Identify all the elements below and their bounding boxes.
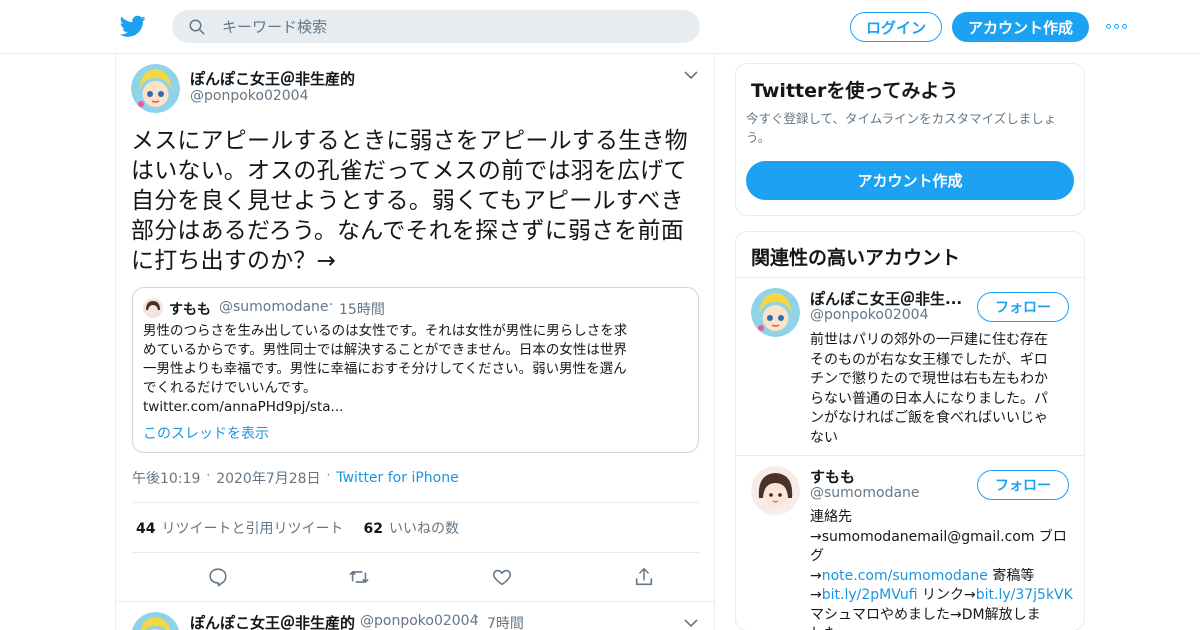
signup-card: Twitterを使ってみよう 今すぐ登録して、タイムラインをカスタマイズしましょ… (735, 63, 1085, 216)
chevron-down-icon[interactable] (684, 70, 698, 80)
bio-line: チンで懲りたので現世は右も左もわか (810, 371, 1048, 387)
search-input[interactable]: キーワード検索 (222, 16, 327, 37)
divider (132, 552, 700, 553)
bio-text: → (810, 567, 822, 584)
bio-line: した (810, 625, 1075, 630)
bio-line: →bit.ly/2pMVufi リンク→bit.ly/37j5kVK (810, 586, 1075, 606)
bio-text: リンク→ (917, 587, 976, 603)
more-options-icon[interactable] (1106, 18, 1130, 34)
separator-dot: · (206, 468, 211, 482)
quoted-text-line: 一男性よりも幸福です。男性に幸福におすそ分けしてください。弱い男性を選ん (143, 361, 627, 377)
account-bio: 連絡先 →sumomodanemail@gmail.com ブログ →note.… (810, 508, 1075, 630)
quoted-tweet[interactable]: すもも @sumomodane · 15時間 男性のつらさを生み出しているのは女… (132, 287, 699, 453)
tweet-actions (132, 564, 700, 590)
separator-dot: · (475, 610, 479, 624)
divider (736, 277, 1084, 278)
tweet-source-link[interactable]: Twitter for iPhone (336, 470, 458, 486)
show-thread-link[interactable]: このスレッドを表示 (143, 423, 269, 443)
avatar (143, 298, 163, 318)
author-handle[interactable]: @ponpoko02004 (190, 88, 309, 104)
bio-line: ンがなければご飯を食べればいいじゃ (810, 410, 1048, 426)
account-handle[interactable]: @sumomodane (810, 485, 920, 501)
related-accounts-title: 関連性の高いアカウント (751, 247, 961, 269)
quoted-text-line: めているからです。男性同士では解決することができません。日本の女性は世界 (143, 342, 627, 358)
avatar[interactable] (751, 466, 800, 515)
quoted-author-name: すもも (169, 302, 211, 318)
avatar[interactable] (751, 288, 800, 337)
tweet-stats: 44 リツイートと引用リツイート 62 いいねの数 (136, 518, 459, 538)
retweets-label: リツイートと引用リツイート (161, 521, 344, 537)
tweet-text: メスにアピールするときに弱さをアピールする生き物はいない。オスの孔雀だってメスの… (131, 128, 688, 274)
chevron-down-icon[interactable] (684, 618, 698, 628)
likes-stat[interactable]: 62 いいねの数 (363, 518, 458, 538)
search-bar[interactable]: キーワード検索 (172, 10, 700, 43)
bio-line: 連絡先 (810, 509, 852, 525)
contribution-link[interactable]: bit.ly/2pMVufi (822, 587, 918, 603)
blog-link[interactable]: note.com/sumomodane (822, 568, 988, 584)
tweet-date[interactable]: 2020年7月28日 (216, 468, 320, 488)
separator-dot: · (326, 468, 331, 482)
quoted-text-line: twitter.com/annaPHd9pj/sta... (143, 399, 344, 415)
account-name[interactable]: すもも (810, 466, 970, 487)
quoted-text-line: でくれるだけでいいんです。 (143, 380, 317, 396)
avatar[interactable] (131, 64, 180, 113)
divider (116, 601, 714, 602)
bio-line: ない (810, 429, 838, 446)
follow-button[interactable]: フォロー (977, 470, 1069, 500)
author-handle[interactable]: @ponpoko02004 (360, 613, 479, 629)
login-button[interactable]: ログイン (850, 12, 942, 42)
divider (736, 455, 1084, 456)
bio-line: →sumomodanemail@gmail.com ブログ (810, 528, 1067, 565)
likes-count: 62 (363, 521, 383, 537)
tweet-time[interactable]: 午後10:19 (132, 468, 200, 488)
bio-line: →note.com/sumomodane 寄稿等 (810, 567, 1075, 587)
share-icon[interactable] (633, 566, 655, 588)
quoted-text: 男性のつらさを生み出しているのは女性です。それは女性が男性に男らしさを求 めてい… (143, 322, 689, 417)
bio-text: → (810, 587, 822, 603)
quoted-time: 15時間 (339, 302, 385, 318)
search-icon (189, 19, 205, 34)
likes-label: いいねの数 (388, 521, 459, 537)
bio-line: そのものが右な女王様でしたが、ギロ (810, 351, 1048, 368)
divider (132, 502, 700, 503)
bio-text: 寄稿等 (987, 567, 1035, 584)
quoted-text-line: 男性のつらさを生み出しているのは女性です。それは女性が男性に男らしさを求 (143, 323, 628, 339)
bio-line: マシュマロやめました→DM解放しま (810, 606, 1041, 623)
links-link[interactable]: bit.ly/37j5kVK (976, 587, 1073, 603)
author-name[interactable]: ぽんぽこ女王＠非生産的 (190, 68, 355, 89)
reply-icon[interactable] (207, 566, 229, 588)
tweet-metadata: 午後10:19 · 2020年7月28日 · Twitter for iPhon… (132, 468, 459, 488)
twitter-logo-icon[interactable] (120, 13, 146, 39)
account-name[interactable]: ぽんぽこ女王＠非生... (810, 288, 970, 309)
main-column: ぽんぽこ女王＠非生産的 @ponpoko02004 メスにアピールするときに弱さ… (115, 54, 715, 630)
bio-line: らない普通の日本人になりました。パ (810, 390, 1048, 407)
like-icon[interactable] (491, 566, 513, 588)
account-handle[interactable]: @ponpoko02004 (810, 307, 929, 323)
signup-button[interactable]: アカウント作成 (952, 12, 1089, 42)
top-bar: キーワード検索 ログイン アカウント作成 (0, 0, 1200, 54)
retweets-stat[interactable]: 44 リツイートと引用リツイート (136, 518, 343, 538)
author-name[interactable]: ぽんぽこ女王＠非生産的 (190, 612, 355, 630)
account-bio: 前世はパリの郊外の一戸建に住む存在 そのものが右な女王様でしたが、ギロ チンで懲… (810, 331, 1075, 448)
signup-card-description: 今すぐ登録して、タイムラインをカスタマイズしましょう。 (746, 111, 1057, 145)
quoted-author-handle: @sumomodane (219, 299, 329, 315)
related-accounts-card: 関連性の高いアカウント ぽんぽこ女王＠非生... @ponpoko02004 フ… (735, 231, 1085, 630)
signup-card-button[interactable]: アカウント作成 (746, 161, 1074, 200)
avatar[interactable] (131, 612, 180, 630)
bio-line: 前世はパリの郊外の一戸建に住む存在 (810, 332, 1048, 348)
separator-dot: · (329, 297, 334, 313)
tweet-time[interactable]: 7時間 (487, 613, 524, 630)
follow-button[interactable]: フォロー (977, 292, 1069, 322)
retweets-count: 44 (136, 521, 156, 537)
signup-card-title: Twitterを使ってみよう (751, 80, 959, 102)
retweet-icon[interactable] (348, 566, 370, 588)
